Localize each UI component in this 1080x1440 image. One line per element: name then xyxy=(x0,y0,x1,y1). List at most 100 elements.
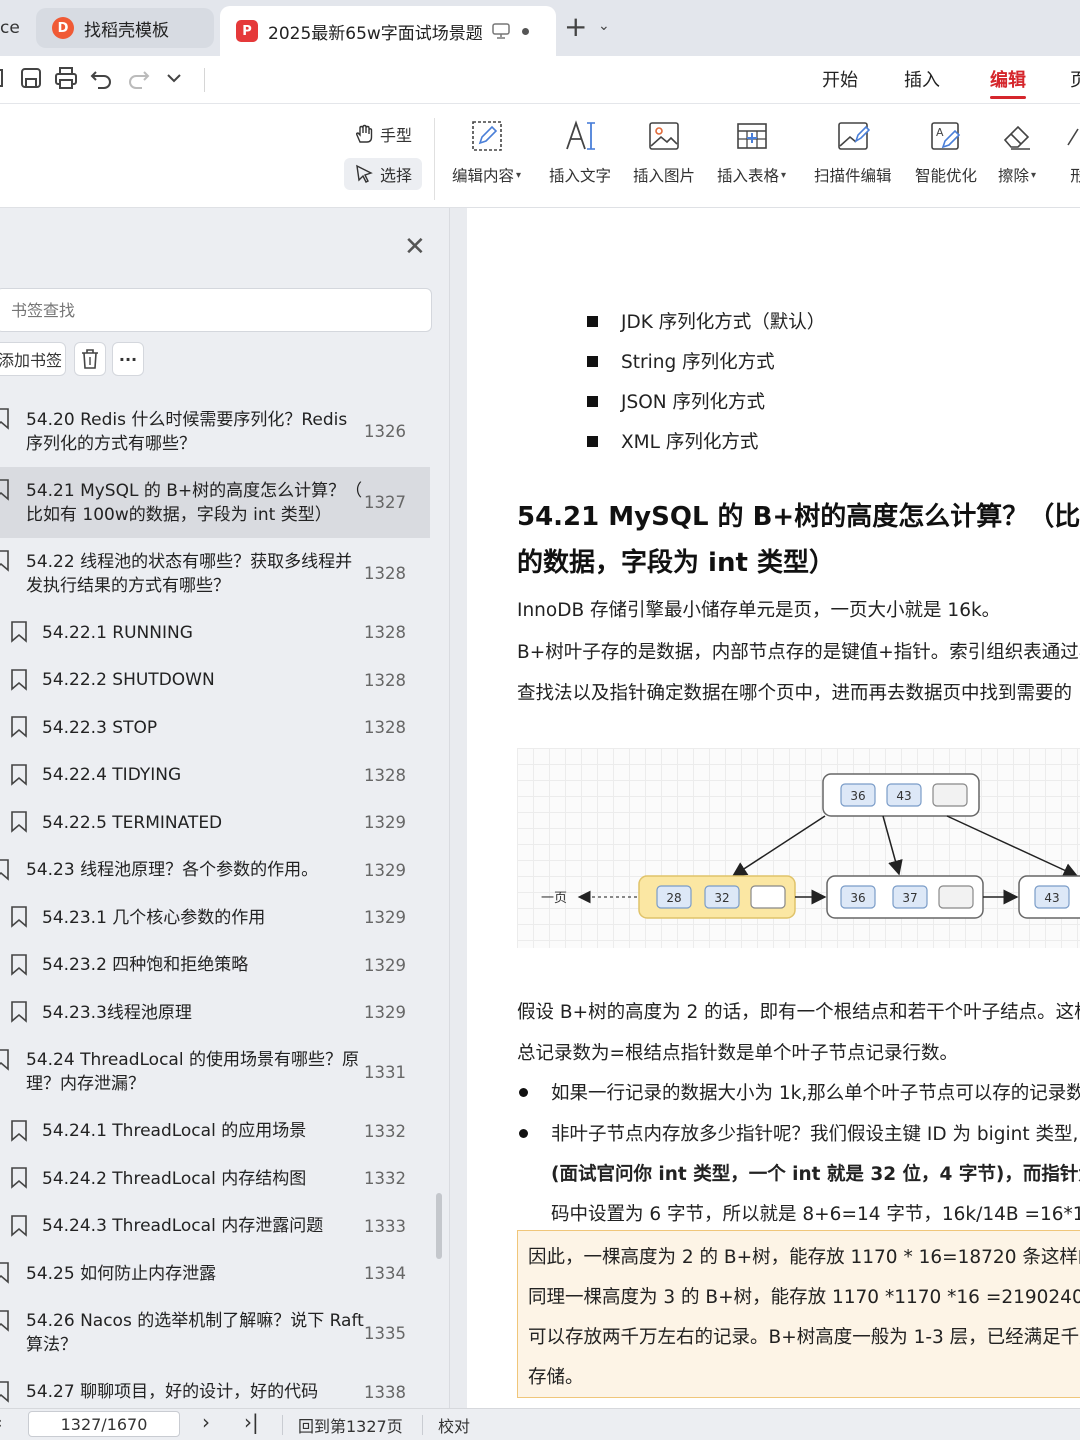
tab-bar: ce D 找稻壳模板 P 2025最新65w字面试场景题（ + ⌄ xyxy=(0,0,1080,56)
bookmark-item[interactable]: 54.26 Nacos 的选举机制了解嘛？说下 Raft 算法？ 1335 xyxy=(0,1298,430,1369)
bookmark-item[interactable]: 54.21 MySQL 的 B+树的高度怎么计算？（ 比如有 100w的数据，字段… xyxy=(0,467,430,538)
status-divider xyxy=(422,1415,423,1435)
bookmark-page-number: 1335 xyxy=(364,1323,406,1343)
new-tab-plus-icon[interactable]: + xyxy=(564,12,587,42)
prev-page-chevron-left-icon[interactable]: ‹ xyxy=(0,1413,2,1432)
insert-table-button[interactable]: 插入表格 ▾ xyxy=(717,118,786,186)
menu-page[interactable]: 页 xyxy=(1070,66,1080,92)
tab-list-chevron-down-icon[interactable]: ⌄ xyxy=(598,18,610,34)
menu-edit[interactable]: 编辑 xyxy=(990,66,1026,92)
bookmark-item[interactable]: 54.22 线程池的状态有哪些？获取多线程并 发执行结果的方式有哪些？ 1328 xyxy=(0,538,430,609)
smart-optimize-label: 智能优化 xyxy=(915,167,978,185)
bookmark-page-number: 1331 xyxy=(364,1062,406,1082)
insert-image-icon xyxy=(649,122,679,150)
tree-edge xyxy=(946,815,1079,878)
proofread-button[interactable]: 校对 xyxy=(438,1413,470,1437)
bookmark-icon xyxy=(11,1119,27,1142)
bookmark-icon xyxy=(11,953,27,976)
bullet-text: 如果一行记录的数据大小为 1k,那么单个叶子节点可以存的记录数 xyxy=(551,1083,1080,1104)
bplus-tree-svg: 36 43 28 32 36 37 43 一页 xyxy=(541,773,1080,919)
bookmark-item[interactable]: 54.22.3 STOP 1328 xyxy=(0,704,430,752)
bookmark-item[interactable]: 54.22.4 TIDYING 1328 xyxy=(0,752,430,800)
bookmark-label-line: 理？内存泄漏？ xyxy=(26,1074,145,1094)
bookmark-icon xyxy=(0,1380,9,1403)
shape-icon xyxy=(1067,128,1079,146)
serial-item: String 序列化方式 xyxy=(621,352,775,373)
bookmark-icon xyxy=(11,621,27,643)
page-number-input[interactable] xyxy=(28,1411,180,1437)
bookmark-item[interactable]: 54.22.1 RUNNING 1328 xyxy=(0,609,430,657)
add-bookmark-button[interactable]: 添加书签 xyxy=(0,342,66,376)
quick-access-toolbar: 开始 插入 编辑 页 xyxy=(0,56,1080,104)
bookmark-item[interactable]: 54.25 如何防止内存泄露 1334 xyxy=(0,1250,430,1298)
leaf-key-label: 37 xyxy=(902,891,917,905)
document-viewer[interactable]: JDK 序列化方式（默认） String 序列化方式 JSON 序列化方式 XM… xyxy=(451,208,1080,1408)
bookmark-label-line: 算法？ xyxy=(26,1335,77,1355)
save-icon[interactable] xyxy=(20,66,42,90)
delete-bookmark-button[interactable] xyxy=(74,342,106,376)
insert-image-button[interactable]: 插入图片 xyxy=(633,118,695,186)
hand-tool-button[interactable]: 手型 xyxy=(344,118,422,150)
tab-template[interactable]: D 找稻壳模板 xyxy=(36,8,214,48)
bookmark-item[interactable]: 54.23.3线程池原理 1329 xyxy=(0,989,430,1037)
menu-insert[interactable]: 插入 xyxy=(904,66,940,92)
bookmark-item[interactable]: 54.24.3 ThreadLocal 内存泄露问题 1333 xyxy=(0,1203,430,1251)
bookmark-item[interactable]: 54.24.1 ThreadLocal 的应用场景 1332 xyxy=(0,1108,430,1156)
insert-text-button[interactable]: 插入文字 xyxy=(549,118,611,186)
bookmark-page-number: 1328 xyxy=(364,718,406,738)
screen-icon[interactable] xyxy=(492,23,510,39)
leaf-key-label: 36 xyxy=(850,891,865,905)
status-divider xyxy=(282,1415,283,1435)
bookmark-item[interactable]: 54.24.2 ThreadLocal 内存结构图 1332 xyxy=(0,1155,430,1203)
next-page-chevron-right-icon[interactable]: › xyxy=(202,1410,210,1434)
scan-edit-button[interactable]: 扫描件编辑 xyxy=(814,118,892,186)
redo-icon[interactable] xyxy=(128,66,150,90)
paragraph: 查找法以及指针确定数据在哪个页中，进而再去数据页中找到需要的 xyxy=(517,683,1073,704)
erase-button[interactable]: 擦除 ▾ xyxy=(998,118,1036,186)
more-options-button[interactable]: ··· xyxy=(112,342,144,376)
select-tool-button[interactable]: 选择 xyxy=(344,158,422,190)
goto-page-link[interactable]: 回到第1327页 xyxy=(298,1413,403,1437)
sidebar-scrollbar[interactable] xyxy=(436,1193,442,1259)
insert-text-icon xyxy=(566,120,595,150)
bookmark-page-number: 1328 xyxy=(364,765,406,785)
bookmark-label-line: 序列化的方式有哪些？ xyxy=(26,433,196,454)
bookmark-label-line: 54.22.2 SHUTDOWN xyxy=(42,670,215,691)
scan-edit-icon xyxy=(837,122,870,150)
bookmark-label-line: 比如有 100w的数据，字段为 int 类型） xyxy=(26,504,332,525)
docer-icon: D xyxy=(52,17,74,39)
bookmark-label: 54.25 如何防止内存泄露 xyxy=(26,1262,364,1286)
tab-document[interactable]: P 2025最新65w字面试场景题（ xyxy=(220,6,556,56)
edit-content-button[interactable]: 编辑内容 ▾ xyxy=(452,118,521,186)
bookmark-item[interactable]: 54.22.2 SHUTDOWN 1328 xyxy=(0,657,430,705)
bookmark-label-line: 54.24.1 ThreadLocal 的应用场景 xyxy=(42,1121,307,1142)
tab-partial[interactable]: ce xyxy=(0,6,28,50)
smart-optimize-icon: A xyxy=(931,122,961,150)
undo-icon[interactable] xyxy=(90,66,112,90)
bookmark-icon xyxy=(11,1001,27,1023)
shape-button-partial[interactable]: 形 xyxy=(1060,118,1080,186)
paragraph: InnoDB 存储引擎最小储存单元是页，一页大小就是 16k。 xyxy=(517,600,1001,621)
close-icon[interactable]: ✕ xyxy=(404,234,426,260)
last-page-icon[interactable]: ›| xyxy=(244,1410,259,1434)
bookmark-icon xyxy=(11,668,27,691)
bookmark-list: 54.20 Redis 什么时候需要序列化？Redis 序列化的方式有哪些？ 132… xyxy=(0,396,430,1416)
print-icon[interactable] xyxy=(54,66,78,90)
bookmark-label-line: 54.22.4 TIDYING xyxy=(42,765,182,786)
more-chevron-down-icon[interactable] xyxy=(166,66,182,90)
bookmark-item[interactable]: 54.23.1 几个核心参数的作用 1329 xyxy=(0,894,430,942)
bookmark-item[interactable]: 54.20 Redis 什么时候需要序列化？Redis 序列化的方式有哪些？ 132… xyxy=(0,396,430,467)
section-heading-cont: 的数据，字段为 int 类型） xyxy=(517,548,835,578)
paragraph: 总记录数为=根结点指针数是单个叶子节点记录行数。 xyxy=(517,1043,959,1064)
bookmark-label-line: 54.23.2 四种饱和拒绝策略 xyxy=(42,955,249,976)
smart-optimize-button[interactable]: A 智能优化 xyxy=(915,118,977,186)
menu-start[interactable]: 开始 xyxy=(822,66,858,92)
serial-item: JSON 序列化方式 xyxy=(621,392,765,413)
bookmark-search-input[interactable] xyxy=(0,288,432,332)
note-line: 可以存放两千万左右的记录。B+树高度一般为 1-3 层，已经满足千万 xyxy=(528,1327,1080,1348)
bookmark-item[interactable]: 54.23.2 四种饱和拒绝策略 1329 xyxy=(0,942,430,990)
bookmark-item[interactable]: 54.22.5 TERMINATED 1329 xyxy=(0,799,430,847)
open-icon[interactable] xyxy=(0,66,6,90)
bookmark-item[interactable]: 54.23 线程池原理？各个参数的作用。 1329 xyxy=(0,847,430,895)
bookmark-item[interactable]: 54.24 ThreadLocal 的使用场景有哪些？原 理？内存泄漏？ 1331 xyxy=(0,1037,430,1108)
